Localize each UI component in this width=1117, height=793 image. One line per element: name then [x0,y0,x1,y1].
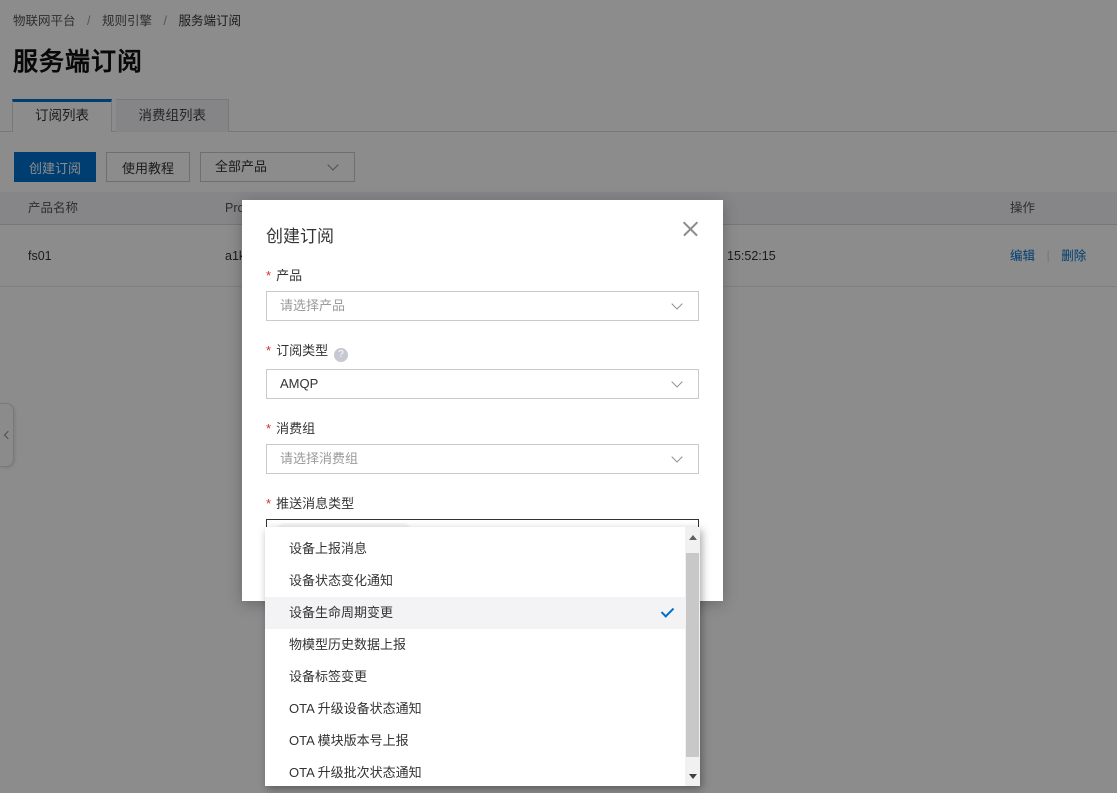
modal-close-button[interactable] [682,220,700,238]
option-device-status-change[interactable]: 设备状态变化通知 [265,565,685,597]
option-ota-device-status[interactable]: OTA 升级设备状态通知 [265,693,685,725]
message-type-dropdown: 设备上报消息 设备状态变化通知 设备生命周期变更 物模型历史数据上报 设备标签变… [265,527,700,786]
field-subscribe-type-label: 订阅类型? [266,340,699,362]
field-consumer-group: 消费组 请选择消费组 [266,418,699,474]
chevron-down-icon [673,300,683,310]
subscribe-type-select[interactable]: AMQP [266,369,699,399]
chevron-down-icon [673,453,683,463]
close-icon [682,220,700,238]
consumer-group-placeholder: 请选择消费组 [280,451,358,466]
modal-title: 创建订阅 [266,222,699,247]
option-label: 设备生命周期变更 [289,605,393,620]
option-ota-batch-status[interactable]: OTA 升级批次状态通知 [265,757,685,786]
chevron-down-icon [673,378,683,388]
scrollbar-thumb[interactable] [686,553,699,757]
option-thing-model-history[interactable]: 物模型历史数据上报 [265,629,685,661]
scroll-up-button[interactable] [685,529,700,545]
dropdown-scrollbar[interactable] [685,527,700,786]
product-select-placeholder: 请选择产品 [280,298,345,313]
field-product-label: 产品 [266,265,699,284]
check-icon [661,604,674,617]
help-icon[interactable]: ? [334,348,348,362]
option-device-tag-change[interactable]: 设备标签变更 [265,661,685,693]
scroll-down-button[interactable] [685,768,700,784]
triangle-up-icon [689,535,697,540]
subscribe-type-value: AMQP [280,376,318,391]
option-ota-module-version[interactable]: OTA 模块版本号上报 [265,725,685,757]
field-subscribe-type: 订阅类型? AMQP [266,340,699,399]
option-list: 设备上报消息 设备状态变化通知 设备生命周期变更 物模型历史数据上报 设备标签变… [265,533,685,786]
option-device-lifecycle[interactable]: 设备生命周期变更 [265,597,685,629]
page: 物联网平台 / 规则引擎 / 服务端订阅 服务端订阅 订阅列表 消费组列表 创建… [0,0,1117,793]
product-select[interactable]: 请选择产品 [266,291,699,321]
option-device-report[interactable]: 设备上报消息 [265,533,685,565]
field-product: 产品 请选择产品 [266,265,699,321]
triangle-down-icon [689,774,697,779]
field-consumer-group-label: 消费组 [266,418,699,437]
consumer-group-select[interactable]: 请选择消费组 [266,444,699,474]
field-push-message-type-label: 推送消息类型 [266,493,699,512]
